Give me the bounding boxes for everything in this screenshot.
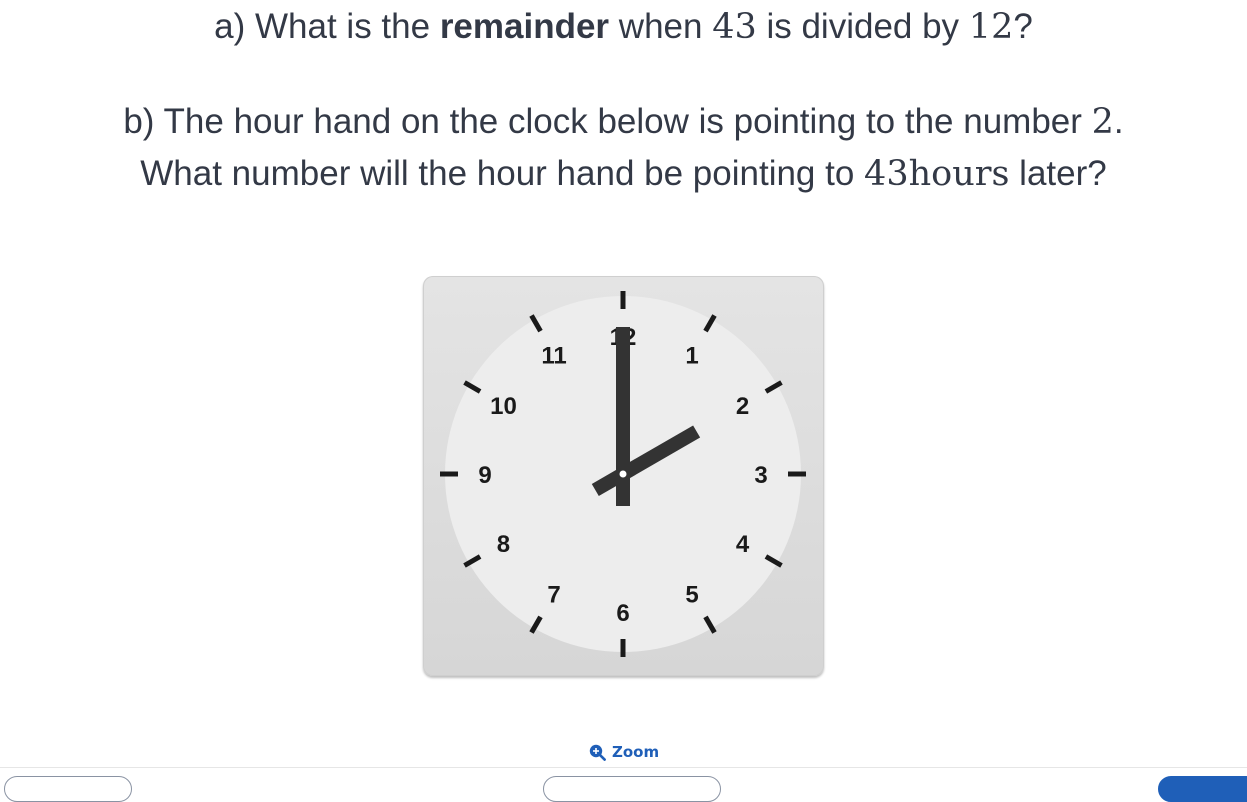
question-a-dividend: 43	[712, 7, 757, 47]
question-b-line1: b) The hour hand on the clock below is p…	[0, 96, 1247, 148]
question-b-line2-text: What number will the hour hand be pointi…	[140, 154, 865, 193]
clock-number: 6	[616, 600, 629, 627]
question-a-mid: when	[609, 7, 713, 46]
zoom-in-icon	[589, 744, 606, 761]
clock-number: 7	[547, 582, 560, 609]
question-a-divisor: 12	[968, 7, 1014, 47]
clock-number: 5	[685, 582, 698, 609]
question-a: a) What is the remainder when 43 is divi…	[0, 1, 1247, 53]
clock-number: 8	[497, 531, 510, 558]
question-b: b) The hour hand on the clock below is p…	[0, 96, 1247, 200]
question-b-line2-unit: hours	[908, 154, 1010, 194]
question-b-line2: What number will the hour hand be pointi…	[0, 148, 1247, 200]
footer-divider	[0, 767, 1247, 768]
clock-number: 9	[478, 462, 491, 489]
footer-middle-button[interactable]	[543, 776, 721, 802]
zoom-label: Zoom	[612, 743, 660, 761]
clock-image: 121234567891011	[423, 276, 824, 676]
question-b-line2-end: later?	[1009, 154, 1107, 193]
question-b-line1-number: 2	[1091, 102, 1114, 142]
question-a-bold: remainder	[439, 7, 610, 46]
footer-left-button[interactable]	[4, 776, 132, 802]
question-a-prefix: a) What is the	[214, 7, 440, 46]
footer-right-button[interactable]	[1158, 776, 1247, 802]
clock-svg: 121234567891011	[440, 291, 806, 657]
clock-number: 10	[490, 393, 517, 420]
clock-number: 1	[685, 342, 698, 369]
clock-number: 2	[736, 393, 749, 420]
zoom-button[interactable]: Zoom	[589, 741, 659, 763]
clock-number: 3	[754, 462, 767, 489]
clock-number: 4	[736, 531, 750, 558]
clock-center-pin	[619, 470, 627, 478]
question-a-mid2: is divided by	[756, 7, 969, 46]
question-b-line1-end: .	[1113, 102, 1124, 141]
question-b-line2-number: 43	[864, 154, 909, 194]
clock-number: 11	[541, 342, 566, 369]
question-b-line1-text: b) The hour hand on the clock below is p…	[123, 102, 1092, 141]
question-a-suffix: ?	[1013, 7, 1033, 46]
